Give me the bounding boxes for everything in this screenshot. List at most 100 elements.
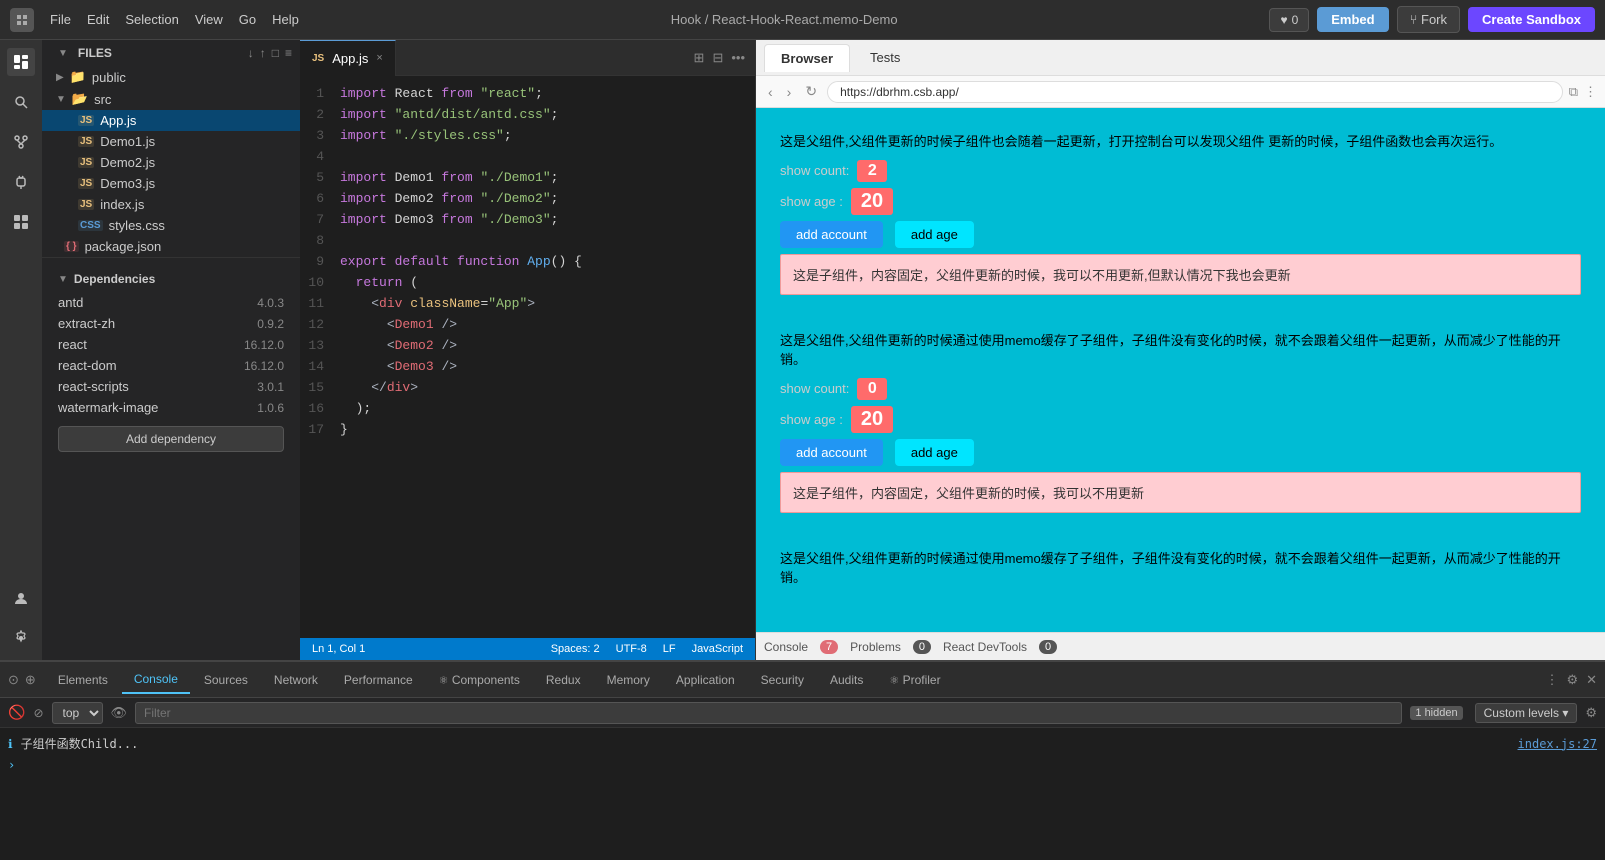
- menu-selection[interactable]: Selection: [125, 12, 178, 27]
- top-bar: File Edit Selection View Go Help Hook / …: [0, 0, 1605, 40]
- create-sandbox-button[interactable]: Create Sandbox: [1468, 7, 1595, 32]
- heart-icon: ♥: [1280, 13, 1287, 27]
- fork-button[interactable]: ⑂ Fork: [1397, 6, 1460, 33]
- browser-refresh-button[interactable]: ↻: [801, 81, 821, 102]
- folder-src[interactable]: ▼ 📂 src: [42, 88, 300, 110]
- menu-file[interactable]: File: [50, 12, 71, 27]
- add-dependency-button[interactable]: Add dependency: [58, 426, 284, 452]
- dep-watermark: watermark-image 1.0.6: [42, 397, 300, 418]
- console-label[interactable]: Console: [764, 640, 808, 654]
- dep-antd-version: 4.0.3: [257, 296, 284, 310]
- demo2-count-row: show count: 0: [780, 378, 1581, 400]
- menu-go[interactable]: Go: [239, 12, 256, 27]
- browser-back-button[interactable]: ‹: [764, 82, 777, 102]
- new-folder-icon[interactable]: ↑: [260, 46, 266, 60]
- eye-icon[interactable]: 👁: [111, 705, 128, 721]
- dependencies-section: ▼ Dependencies antd 4.0.3 extract-zh 0.9…: [42, 257, 300, 468]
- more-icon[interactable]: ≡: [285, 46, 292, 60]
- debug-icon[interactable]: [7, 168, 35, 196]
- problems-label[interactable]: Problems: [850, 640, 901, 654]
- file-packagejson[interactable]: { } package.json: [42, 236, 300, 257]
- devtools-more-icon[interactable]: ⋮: [1545, 672, 1558, 688]
- app-logo: [10, 8, 34, 32]
- devtools-tab-console[interactable]: Console: [122, 666, 190, 694]
- devtools-tab-audits[interactable]: Audits: [818, 667, 875, 693]
- browser-forward-button[interactable]: ›: [783, 82, 796, 102]
- split-horizontal-icon[interactable]: ⊟: [712, 50, 723, 66]
- open-new-tab-icon[interactable]: ⧉: [1569, 84, 1578, 100]
- devtools-tab-profiler[interactable]: ⚛ Profiler: [877, 667, 952, 693]
- js-icon-demo2: JS: [78, 157, 94, 168]
- demo1-add-age-button[interactable]: add age: [895, 221, 974, 248]
- file-demo1js[interactable]: JS Demo1.js: [42, 131, 300, 152]
- devtools-tab-security[interactable]: Security: [749, 667, 816, 693]
- file-demo3js[interactable]: JS Demo3.js: [42, 173, 300, 194]
- demo1-add-account-button[interactable]: add account: [780, 221, 883, 248]
- file-indexjs[interactable]: JS index.js: [42, 194, 300, 215]
- custom-levels-label: Custom levels: [1484, 706, 1559, 720]
- browser-tab-browser[interactable]: Browser: [764, 44, 850, 72]
- extensions-icon[interactable]: [7, 208, 35, 236]
- browser-more-icon[interactable]: ⋮: [1584, 84, 1597, 100]
- js-icon-demo3: JS: [78, 178, 94, 189]
- folder-public[interactable]: ▶ 📁 public: [42, 66, 300, 88]
- menu-help[interactable]: Help: [272, 12, 299, 27]
- devtools-icons-left[interactable]: ⊙: [8, 672, 19, 688]
- file-stylescss[interactable]: CSS styles.css: [42, 215, 300, 236]
- source-control-icon[interactable]: [7, 128, 35, 156]
- browser-address-input[interactable]: [827, 81, 1563, 103]
- console-log-link[interactable]: index.js:27: [1518, 737, 1597, 751]
- console-prohibit2-icon[interactable]: ⊘: [33, 706, 43, 720]
- console-prompt-line[interactable]: ›: [0, 755, 1605, 775]
- devtools-gear-icon[interactable]: ⚙: [1585, 705, 1597, 721]
- file-appjs[interactable]: JS App.js: [42, 110, 300, 131]
- console-top-select[interactable]: top: [52, 702, 103, 724]
- account-icon[interactable]: [7, 584, 35, 612]
- code-editor[interactable]: 1 import React from "react"; 2 import "a…: [300, 76, 755, 638]
- search-icon[interactable]: [7, 88, 35, 116]
- devtools-tab-elements[interactable]: Elements: [46, 667, 120, 693]
- collapse-icon[interactable]: □: [272, 46, 279, 60]
- menu-edit[interactable]: Edit: [87, 12, 109, 27]
- devtools-tab-network[interactable]: Network: [262, 667, 330, 693]
- tab-close-icon[interactable]: ×: [376, 52, 382, 64]
- react-devtools-label[interactable]: React DevTools: [943, 640, 1027, 654]
- console-filter-input[interactable]: [135, 702, 1402, 724]
- demo2-add-account-button[interactable]: add account: [780, 439, 883, 466]
- console-prohibit-icon[interactable]: 🚫: [8, 704, 25, 721]
- embed-button[interactable]: Embed: [1317, 7, 1388, 32]
- devtools-tab-sources[interactable]: Sources: [192, 667, 260, 693]
- devtools-tab-memory[interactable]: Memory: [595, 667, 662, 693]
- menu-view[interactable]: View: [195, 12, 223, 27]
- devtools-tab-components[interactable]: ⚛ Components: [427, 667, 532, 693]
- split-vertical-icon[interactable]: ⊞: [694, 50, 705, 66]
- file-demo2js[interactable]: JS Demo2.js: [42, 152, 300, 173]
- code-line-17: 17 }: [300, 420, 755, 441]
- browser-content: 这是父组件,父组件更新的时候子组件也会随着一起更新，打开控制台可以发现父组件 更…: [756, 108, 1605, 632]
- browser-tab-tests[interactable]: Tests: [854, 44, 916, 71]
- devtools-tab-application[interactable]: Application: [664, 667, 747, 693]
- devtools-tab-performance[interactable]: Performance: [332, 667, 425, 693]
- devtools-icons-left2[interactable]: ⊕: [25, 672, 36, 688]
- devtools-settings-icon[interactable]: ⚙: [1566, 672, 1578, 688]
- devtools-tab-redux[interactable]: Redux: [534, 667, 593, 693]
- console-line-1: ℹ 子组件函数Child... index.js:27: [0, 732, 1605, 755]
- dep-extractzh-version: 0.9.2: [257, 317, 284, 331]
- browser-tabs: Browser Tests: [756, 40, 1605, 76]
- settings-icon[interactable]: [7, 624, 35, 652]
- new-file-icon[interactable]: ↓: [248, 46, 254, 60]
- custom-levels-button[interactable]: Custom levels ▾: [1475, 703, 1578, 723]
- devtools-close-icon[interactable]: ✕: [1586, 672, 1597, 688]
- more-icon[interactable]: •••: [731, 50, 745, 66]
- folder-arrow: ▶: [56, 72, 64, 83]
- demo1-count-value: 2: [857, 160, 887, 182]
- devtools-tabs-bar: ⊙ ⊕ Elements Console Sources Network Per…: [0, 662, 1605, 698]
- dependencies-header[interactable]: ▼ Dependencies: [42, 266, 300, 292]
- heart-button[interactable]: ♥ 0: [1269, 8, 1309, 32]
- demo2-add-age-button[interactable]: add age: [895, 439, 974, 466]
- hidden-count: 1 hidden: [1410, 706, 1462, 720]
- editor-tab-appjs[interactable]: JS App.js ×: [300, 40, 396, 76]
- code-line-4: 4: [300, 147, 755, 168]
- status-right: Spaces: 2 UTF-8 LF JavaScript: [551, 643, 743, 655]
- files-icon[interactable]: [7, 48, 35, 76]
